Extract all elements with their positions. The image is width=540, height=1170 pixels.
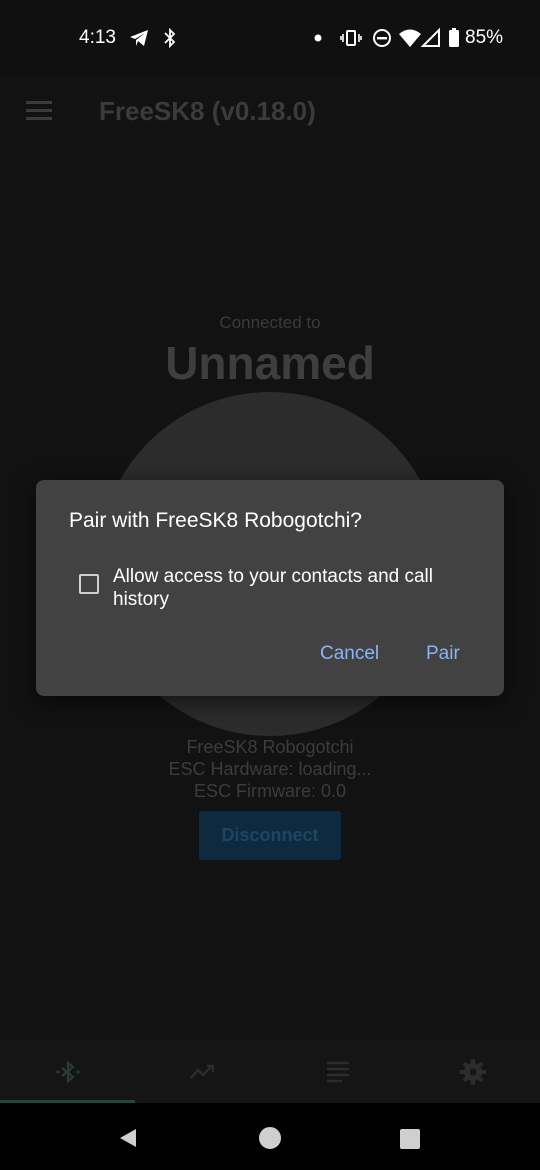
home-icon[interactable] <box>257 1125 283 1151</box>
status-bar: 4:13 85% <box>0 0 540 76</box>
dnd-icon <box>373 29 391 47</box>
wifi-icon <box>399 29 421 47</box>
battery-icon <box>449 28 459 47</box>
pair-dialog: Pair with FreeSK8 Robogotchi? Allow acce… <box>36 480 504 696</box>
signal-icon <box>421 27 440 47</box>
back-icon[interactable] <box>117 1127 139 1149</box>
cancel-button[interactable]: Cancel <box>320 643 379 665</box>
esc-hardware: ESC Hardware: loading... <box>168 759 372 779</box>
nav-tab-connection[interactable] <box>0 1040 135 1103</box>
trend-icon <box>189 1064 214 1079</box>
system-navigation-bar <box>0 1103 540 1170</box>
bluetooth-icon <box>55 1060 80 1083</box>
device-name: Unnamed <box>165 337 375 389</box>
dot-icon <box>314 34 322 42</box>
status-time: 4:13 <box>79 27 116 48</box>
app-title: FreeSK8 (v0.18.0) <box>99 96 316 126</box>
hamburger-menu-icon[interactable] <box>26 101 52 121</box>
board-name: FreeSK8 Robogotchi <box>186 737 354 757</box>
contacts-access-label[interactable]: Allow access to your contacts and call h… <box>113 565 483 611</box>
vibrate-icon <box>340 30 362 46</box>
nav-tab-telemetry[interactable] <box>135 1040 270 1103</box>
pair-button[interactable]: Pair <box>426 643 460 665</box>
nav-tab-logs[interactable] <box>270 1040 405 1103</box>
connected-label: Connected to <box>219 313 321 332</box>
list-icon <box>326 1061 349 1082</box>
gear-icon <box>459 1058 486 1085</box>
battery-percent: 85% <box>465 27 504 48</box>
esc-firmware: ESC Firmware: 0.0 <box>193 781 347 801</box>
bluetooth-icon <box>164 27 176 49</box>
nav-tab-settings[interactable] <box>405 1040 540 1103</box>
disconnect-button[interactable]: Disconnect <box>199 811 341 860</box>
contacts-access-checkbox[interactable] <box>79 574 99 594</box>
dialog-title: Pair with FreeSK8 Robogotchi? <box>69 509 362 532</box>
bottom-navigation <box>0 1040 540 1103</box>
telegram-icon <box>130 30 148 46</box>
recents-icon[interactable] <box>399 1128 421 1150</box>
